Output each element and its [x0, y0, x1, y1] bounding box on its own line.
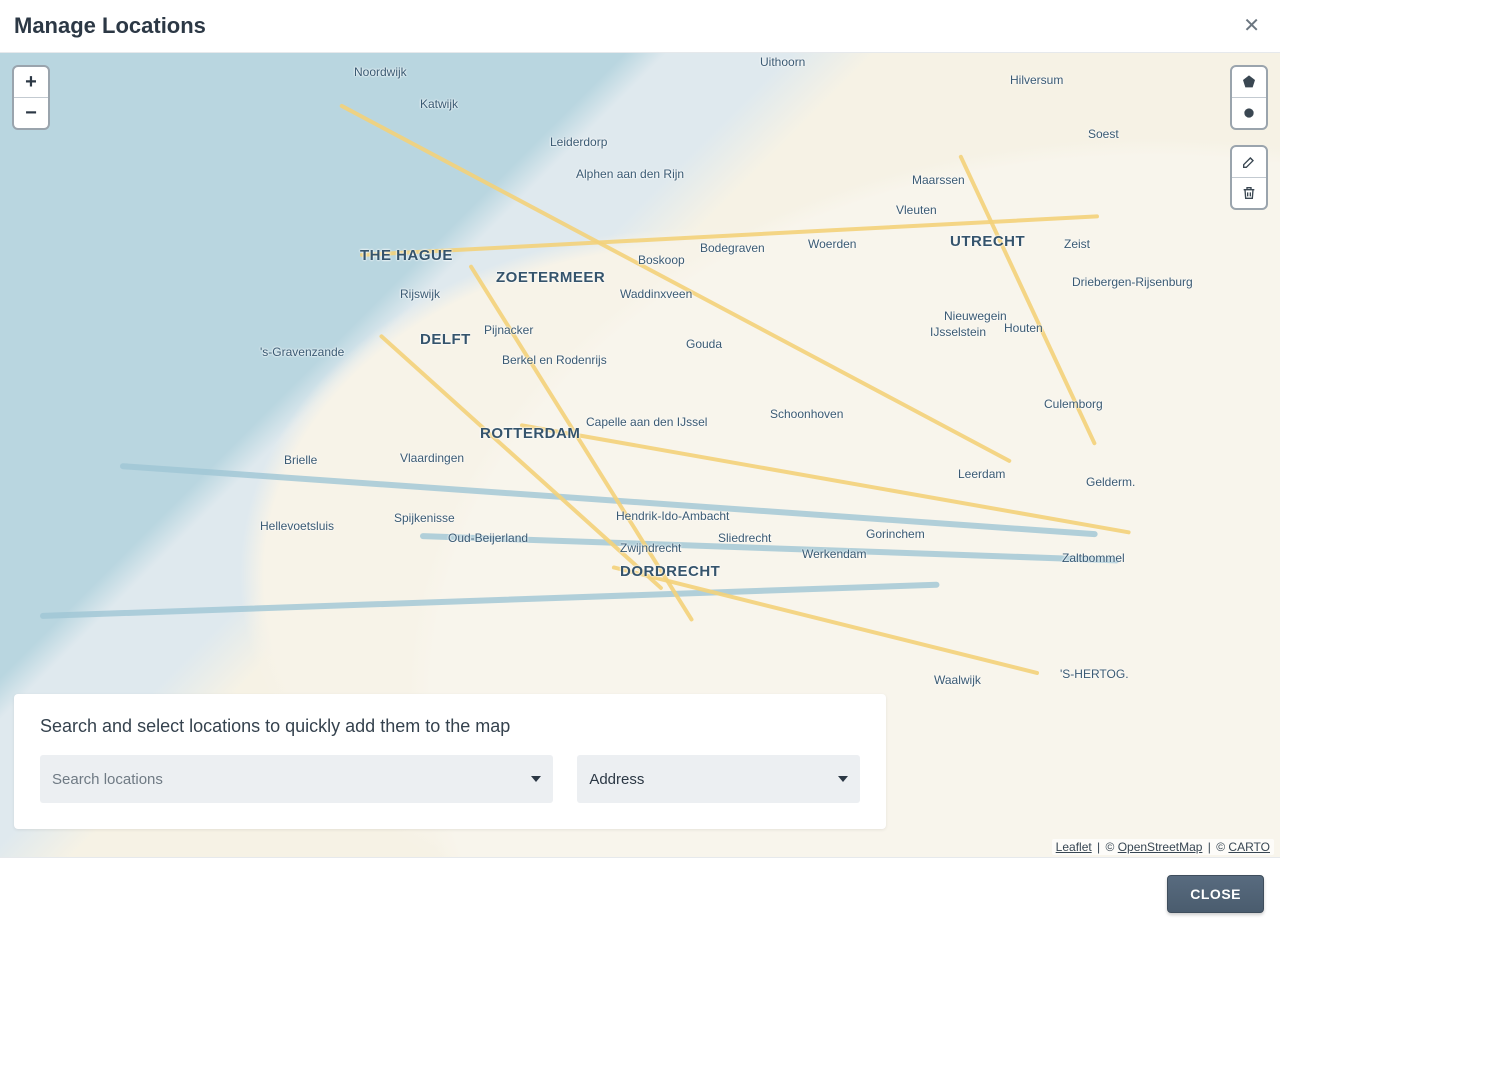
draw-shape-tools: [1230, 65, 1268, 130]
trash-icon: [1241, 185, 1257, 201]
attribution-carto-pre: ©: [1216, 840, 1228, 854]
close-button[interactable]: CLOSE: [1167, 875, 1264, 913]
zoom-in-button[interactable]: +: [14, 67, 48, 97]
search-panel-prompt: Search and select locations to quickly a…: [40, 716, 860, 737]
dialog-header: Manage Locations ✕: [0, 0, 1280, 52]
zoom-out-button[interactable]: −: [14, 97, 48, 128]
draw-circle-button[interactable]: [1232, 97, 1266, 128]
dialog-footer: CLOSE: [0, 858, 1280, 930]
attribution-leaflet-link[interactable]: Leaflet: [1056, 840, 1092, 854]
map-attribution: Leaflet | © OpenStreetMap | © CARTO: [1052, 839, 1274, 855]
circle-icon: [1241, 105, 1257, 121]
edit-icon: [1241, 154, 1257, 170]
delete-shapes-button[interactable]: [1232, 177, 1266, 208]
edit-shapes-button[interactable]: [1232, 147, 1266, 177]
draw-edit-tools: [1230, 145, 1268, 210]
search-locations-select[interactable]: Search locations: [40, 755, 553, 803]
draw-polygon-button[interactable]: [1232, 67, 1266, 97]
search-locations-placeholder: Search locations: [52, 771, 163, 788]
attribution-osm-pre: ©: [1106, 840, 1118, 854]
separator: |: [1095, 840, 1102, 854]
page-title: Manage Locations: [14, 13, 206, 39]
chevron-down-icon: [531, 776, 541, 782]
location-type-select[interactable]: Address: [577, 755, 860, 803]
location-search-panel: Search and select locations to quickly a…: [14, 694, 886, 829]
location-type-value: Address: [589, 771, 644, 788]
polygon-icon: [1241, 74, 1257, 90]
map-canvas[interactable]: THE HAGUEROTTERDAMUTRECHTZOETERMEERDELFT…: [0, 52, 1280, 858]
chevron-down-icon: [838, 776, 848, 782]
search-panel-row: Search locations Address: [40, 755, 860, 803]
attribution-osm-link[interactable]: OpenStreetMap: [1118, 840, 1203, 854]
attribution-carto-link[interactable]: CARTO: [1228, 840, 1270, 854]
separator: |: [1206, 840, 1213, 854]
zoom-control: + −: [12, 65, 50, 130]
close-icon[interactable]: ✕: [1237, 12, 1266, 40]
